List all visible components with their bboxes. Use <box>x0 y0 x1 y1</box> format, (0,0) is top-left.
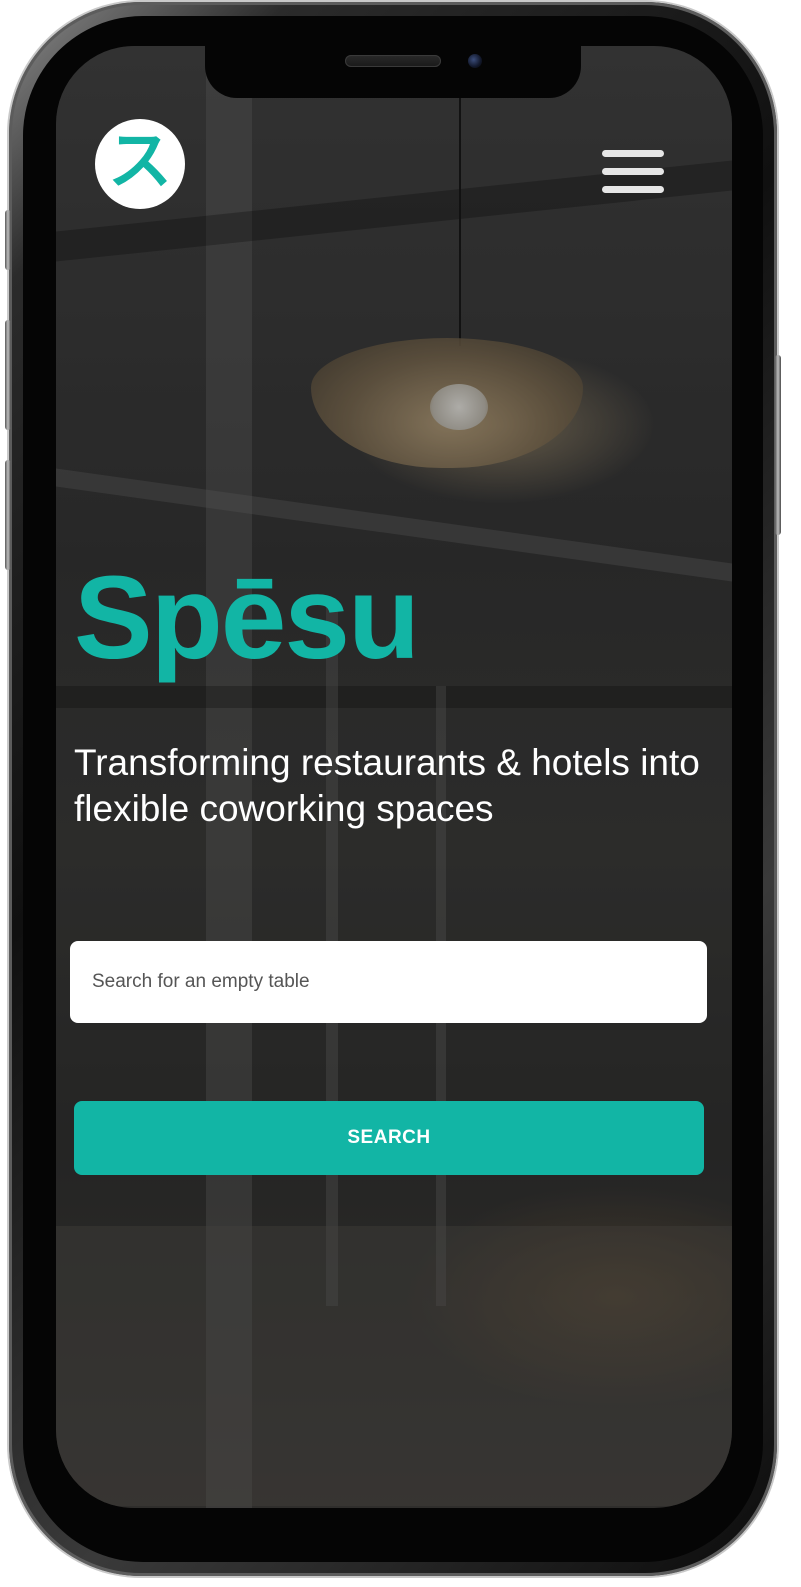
volume-down-button <box>5 460 11 570</box>
mute-switch <box>5 210 11 270</box>
hero-tagline: Transforming restaurants & hotels into f… <box>74 742 700 829</box>
spesu-logo[interactable]: ス <box>95 119 185 209</box>
earpiece-speaker <box>345 55 441 67</box>
brand-title: Spēsu <box>74 552 420 684</box>
phone-notch <box>205 46 581 98</box>
search-input[interactable] <box>70 941 707 1023</box>
power-button <box>775 355 781 535</box>
search-button[interactable]: SEARCH <box>74 1101 704 1175</box>
volume-up-button <box>5 320 11 430</box>
hamburger-menu-icon[interactable] <box>602 150 666 196</box>
logo-glyph: ス <box>108 125 172 199</box>
front-camera <box>468 54 482 68</box>
